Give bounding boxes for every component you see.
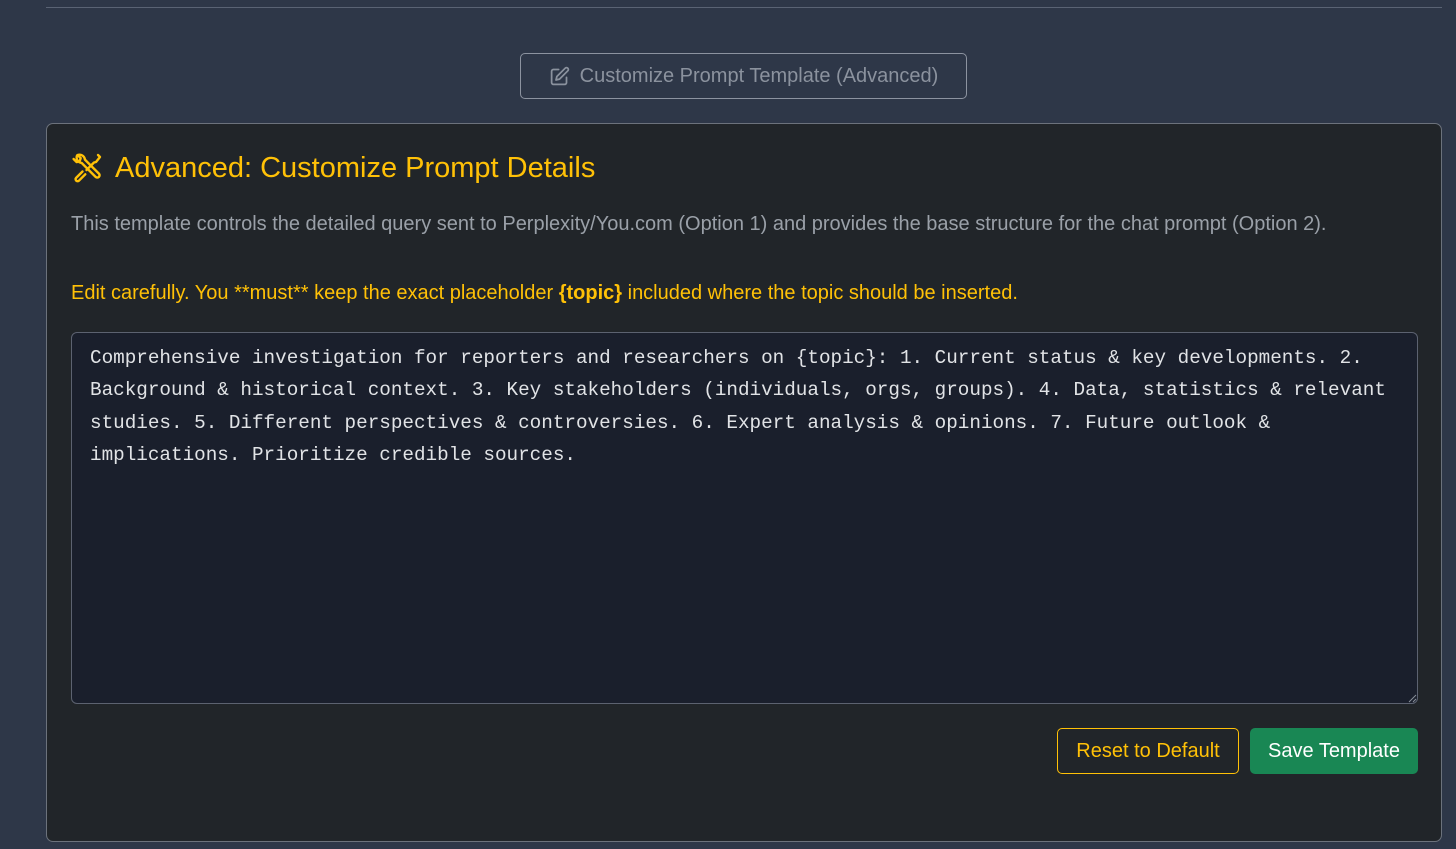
panel-title: Advanced: Customize Prompt Details <box>71 148 595 188</box>
customize-template-label: Customize Prompt Template (Advanced) <box>579 64 939 87</box>
placeholder-warning: Edit carefully. You **must** keep the ex… <box>71 278 1421 308</box>
customize-template-button[interactable]: Customize Prompt Template (Advanced) <box>520 53 967 99</box>
panel-description: This template controls the detailed quer… <box>71 213 1327 235</box>
save-template-button[interactable]: Save Template <box>1250 728 1418 774</box>
advanced-prompt-panel: Advanced: Customize Prompt Details This … <box>46 123 1442 842</box>
warning-text-after: included where the topic should be inser… <box>622 282 1018 304</box>
prompt-template-textarea[interactable]: Comprehensive investigation for reporter… <box>71 332 1418 704</box>
warning-text-before: Edit carefully. You **must** keep the ex… <box>71 282 559 304</box>
panel-title-text: Advanced: Customize Prompt Details <box>115 151 596 184</box>
reset-to-default-button[interactable]: Reset to Default <box>1057 728 1239 774</box>
topic-placeholder: {topic} <box>558 282 623 304</box>
tools-icon <box>72 153 102 183</box>
top-divider <box>46 7 1442 8</box>
pencil-square-icon <box>550 66 569 85</box>
resize-grip-icon[interactable] <box>1407 693 1417 703</box>
